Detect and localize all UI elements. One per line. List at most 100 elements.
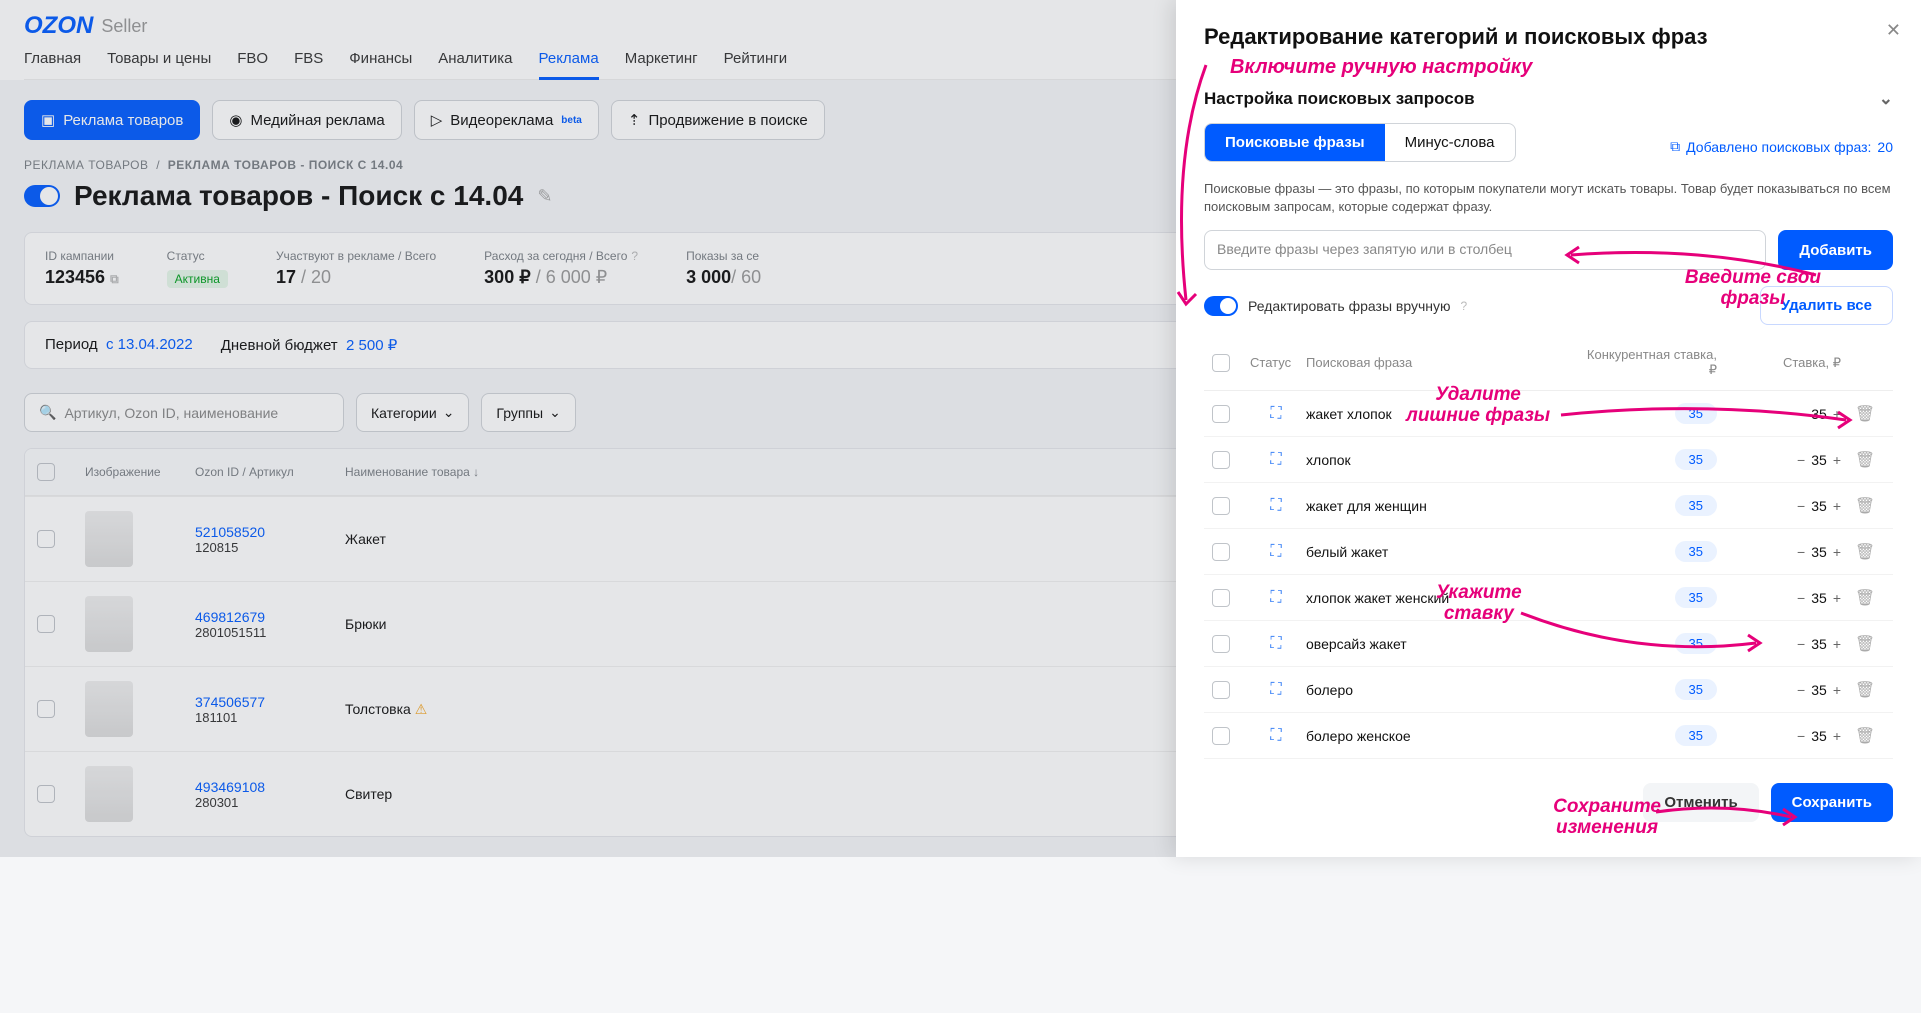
row-checkbox[interactable] (37, 530, 55, 548)
save-button[interactable]: Сохранить (1771, 783, 1893, 822)
trash-icon[interactable]: 🗑 (1845, 496, 1885, 516)
cancel-button[interactable]: Отменить (1643, 783, 1758, 822)
phrase-checkbox[interactable] (1212, 543, 1230, 561)
groups-select[interactable]: Группы ⌄ (481, 393, 575, 432)
campaign-toggle[interactable] (24, 185, 60, 207)
nav-FBS[interactable]: FBS (294, 50, 323, 79)
competitive-bid[interactable]: 35 (1675, 495, 1717, 516)
plus-icon[interactable]: + (1833, 452, 1841, 468)
bid-stepper[interactable]: − 35 + (1721, 452, 1841, 468)
ozon-id[interactable]: 374506577 (195, 694, 345, 710)
plus-icon[interactable]: + (1833, 636, 1841, 652)
nav-FBO[interactable]: FBO (237, 50, 268, 79)
phrase-checkbox[interactable] (1212, 681, 1230, 699)
bid-stepper[interactable]: − 35 + (1721, 544, 1841, 560)
manual-edit-toggle[interactable] (1204, 296, 1238, 316)
select-all-checkbox[interactable] (37, 463, 55, 481)
trash-icon[interactable]: 🗑 (1845, 680, 1885, 700)
competitive-bid[interactable]: 35 (1675, 725, 1717, 746)
bid-stepper[interactable]: − 35 + (1721, 636, 1841, 652)
minus-icon[interactable]: − (1797, 682, 1805, 698)
expand-icon[interactable]: ⛶ (1250, 727, 1302, 745)
trash-icon[interactable]: 🗑 (1845, 450, 1885, 470)
plus-icon[interactable]: + (1833, 682, 1841, 698)
competitive-bid[interactable]: 35 (1675, 587, 1717, 608)
nav-Рейтинги[interactable]: Рейтинги (724, 50, 787, 79)
nav-Финансы[interactable]: Финансы (349, 50, 412, 79)
period-value[interactable]: с 13.04.2022 (106, 336, 193, 353)
trash-icon[interactable]: 🗑 (1845, 542, 1885, 562)
breadcrumb-root[interactable]: РЕКЛАМА ТОВАРОВ (24, 158, 149, 172)
close-icon[interactable]: ✕ (1886, 20, 1901, 41)
minus-icon[interactable]: − (1797, 728, 1805, 744)
row-checkbox[interactable] (37, 700, 55, 718)
tab-video-ads[interactable]: ▷ Видеорекламаbeta (414, 100, 599, 140)
ozon-id[interactable]: 493469108 (195, 779, 345, 795)
select-all-phrases[interactable] (1212, 354, 1230, 372)
expand-icon[interactable]: ⛶ (1250, 681, 1302, 699)
tab-minus-words[interactable]: Минус-слова (1385, 124, 1515, 161)
plus-icon[interactable]: + (1833, 590, 1841, 606)
budget-value[interactable]: 2 500 ₽ (346, 337, 397, 354)
phrase-checkbox[interactable] (1212, 405, 1230, 423)
expand-icon[interactable]: ⛶ (1250, 543, 1302, 561)
chevron-down-icon[interactable]: ⌄ (1879, 89, 1893, 109)
bid-stepper[interactable]: − 35 + (1721, 728, 1841, 744)
bid-stepper[interactable]: − 35 + (1721, 590, 1841, 606)
plus-icon[interactable]: + (1833, 498, 1841, 514)
phrase-checkbox[interactable] (1212, 451, 1230, 469)
tab-product-ads[interactable]: ▣ Реклама товаров (24, 100, 200, 140)
expand-icon[interactable]: ⛶ (1250, 405, 1302, 423)
phrase-checkbox[interactable] (1212, 727, 1230, 745)
delete-all-button[interactable]: Удалить все (1760, 286, 1893, 325)
phrase-checkbox[interactable] (1212, 589, 1230, 607)
help-icon[interactable]: ? (1461, 299, 1468, 313)
plus-icon[interactable]: + (1833, 544, 1841, 560)
competitive-bid[interactable]: 35 (1675, 403, 1717, 424)
categories-select[interactable]: Категории ⌄ (356, 393, 469, 432)
minus-icon[interactable]: − (1797, 544, 1805, 560)
expand-icon[interactable]: ⛶ (1250, 589, 1302, 607)
ozon-id[interactable]: 521058520 (195, 524, 345, 540)
minus-icon[interactable]: − (1797, 636, 1805, 652)
edit-title-icon[interactable]: ✎ (537, 186, 552, 207)
competitive-bid[interactable]: 35 (1675, 449, 1717, 470)
expand-icon[interactable]: ⛶ (1250, 497, 1302, 515)
competitive-bid[interactable]: 35 (1675, 633, 1717, 654)
row-checkbox[interactable] (37, 615, 55, 633)
expand-icon[interactable]: ⛶ (1250, 451, 1302, 469)
trash-icon[interactable]: 🗑 (1845, 404, 1885, 424)
bid-stepper[interactable]: − 35 + (1721, 406, 1841, 422)
plus-icon[interactable]: + (1833, 406, 1841, 422)
plus-icon[interactable]: + (1833, 728, 1841, 744)
minus-icon[interactable]: − (1797, 406, 1805, 422)
nav-Аналитика[interactable]: Аналитика (438, 50, 512, 79)
minus-icon[interactable]: − (1797, 590, 1805, 606)
tab-media-ads[interactable]: ◉ Медийная реклама (212, 100, 401, 140)
nav-Маркетинг[interactable]: Маркетинг (625, 50, 698, 79)
minus-icon[interactable]: − (1797, 498, 1805, 514)
minus-icon[interactable]: − (1797, 452, 1805, 468)
search-input[interactable]: 🔍 Артикул, Ozon ID, наименование (24, 393, 344, 432)
copy-icon[interactable]: ⧉ (110, 272, 119, 286)
add-button[interactable]: Добавить (1778, 230, 1893, 270)
ozon-id[interactable]: 469812679 (195, 609, 345, 625)
bid-stepper[interactable]: − 35 + (1721, 682, 1841, 698)
trash-icon[interactable]: 🗑 (1845, 634, 1885, 654)
phrase-checkbox[interactable] (1212, 497, 1230, 515)
tab-search-promo[interactable]: ⇡ Продвижение в поиске (611, 100, 825, 140)
help-icon[interactable]: ? (631, 249, 638, 263)
competitive-bid[interactable]: 35 (1675, 679, 1717, 700)
phrase-input[interactable]: Введите фразы через запятую или в столбе… (1204, 230, 1766, 270)
row-checkbox[interactable] (37, 785, 55, 803)
nav-Реклама[interactable]: Реклама (539, 50, 599, 79)
nav-Товары и цены[interactable]: Товары и цены (107, 50, 211, 79)
nav-Главная[interactable]: Главная (24, 50, 81, 79)
expand-icon[interactable]: ⛶ (1250, 635, 1302, 653)
phrase-checkbox[interactable] (1212, 635, 1230, 653)
bid-stepper[interactable]: − 35 + (1721, 498, 1841, 514)
tab-phrases[interactable]: Поисковые фразы (1205, 124, 1385, 161)
trash-icon[interactable]: 🗑 (1845, 588, 1885, 608)
trash-icon[interactable]: 🗑 (1845, 726, 1885, 746)
competitive-bid[interactable]: 35 (1675, 541, 1717, 562)
